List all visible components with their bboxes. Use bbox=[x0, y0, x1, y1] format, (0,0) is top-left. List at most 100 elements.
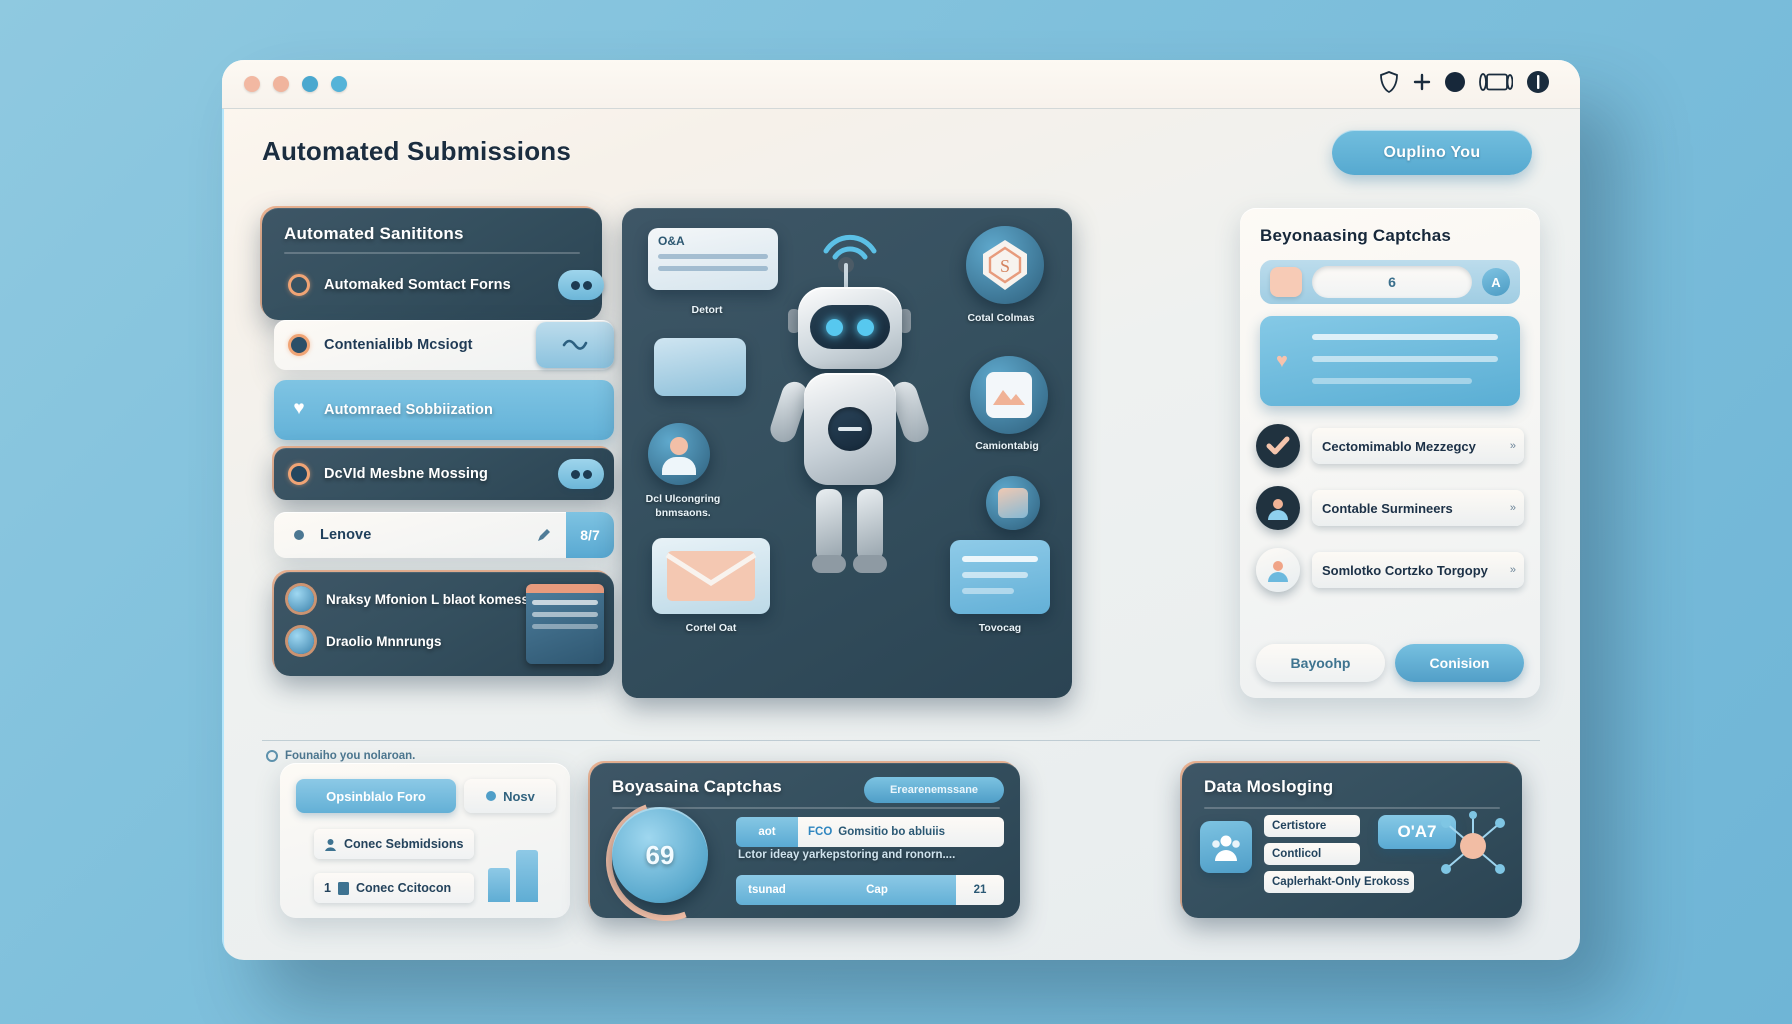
list-item[interactable]: Automaked Somtact Forns bbox=[274, 260, 614, 310]
user-icon bbox=[325, 838, 336, 851]
chevron-right-icon: » bbox=[1509, 564, 1516, 576]
antenna bbox=[844, 263, 848, 289]
list-item-label: DcVId Mesbne Mossing bbox=[324, 466, 488, 482]
dot-icon bbox=[294, 530, 304, 540]
left-panel-footnote: Founaiho you nolaroan. bbox=[266, 750, 415, 762]
pencil-icon[interactable] bbox=[536, 527, 552, 543]
list-item[interactable]: Certistore bbox=[1264, 815, 1360, 837]
shield-icon[interactable] bbox=[1378, 70, 1400, 94]
list-item-prefix: 1 bbox=[324, 881, 331, 895]
table-row[interactable]: aot FCO Gomsitio bo abluiis bbox=[736, 817, 1004, 847]
extra-button[interactable] bbox=[331, 76, 347, 92]
section-divider bbox=[262, 740, 1540, 741]
tab-secondary[interactable]: Nosv bbox=[464, 779, 556, 813]
data-messaging-card: Data Mosloging Certistore Contlicol Capl… bbox=[1182, 763, 1522, 918]
toggle-eyes-control[interactable] bbox=[558, 459, 604, 489]
robot-eye-right bbox=[857, 318, 874, 336]
bar-chart-bar bbox=[516, 850, 538, 902]
contrast-icon[interactable] bbox=[1526, 70, 1550, 94]
mail-chip bbox=[652, 538, 770, 614]
users-icon bbox=[1200, 821, 1252, 873]
list-item-chip[interactable]: Contable Surmineers » bbox=[1312, 490, 1524, 526]
list-item-label: Automaked Somtact Forns bbox=[324, 277, 511, 293]
minimize-button[interactable] bbox=[273, 76, 289, 92]
envelope-icon bbox=[665, 551, 757, 601]
eye-dot bbox=[570, 280, 580, 290]
zoom-button[interactable] bbox=[302, 76, 318, 92]
list-item-chip[interactable]: Somlotko Cortzko Torgopy » bbox=[1312, 552, 1524, 588]
value-chip: 8/7 bbox=[566, 512, 614, 558]
illustration-card: O&A Detort Dcl Ulcongring bnmsaons. Cort… bbox=[622, 208, 1072, 698]
row-label: Cap bbox=[866, 884, 888, 896]
radio-ring-icon[interactable] bbox=[288, 274, 310, 296]
list-item[interactable]: Cectomimablo Mezzegcy » bbox=[1256, 424, 1524, 468]
user-icon bbox=[1256, 486, 1300, 530]
robot-leg-left bbox=[816, 489, 842, 561]
right-panel-title: Beyonaasing Captchas bbox=[1260, 226, 1452, 245]
window-titlebar bbox=[222, 60, 1580, 109]
list-item[interactable]: Contenialibb Mcsiogt bbox=[274, 320, 614, 370]
thumb-node bbox=[986, 476, 1040, 530]
node-caption: Cortel Oat bbox=[685, 622, 737, 634]
check-icon bbox=[1256, 424, 1300, 468]
node-caption: Tovocag bbox=[978, 622, 1022, 634]
toggle-chip-control[interactable] bbox=[536, 322, 614, 368]
value-chip-text: 8/7 bbox=[580, 527, 600, 543]
list-item[interactable]: Contable Surmineers » bbox=[1256, 486, 1524, 530]
list-item-chip[interactable]: Cectomimablo Mezzegcy » bbox=[1312, 428, 1524, 464]
qa-chip: O&A bbox=[648, 228, 778, 290]
list-item[interactable]: Nraksy Mfonion L blaot komess bbox=[288, 586, 529, 612]
search-input-row[interactable]: Lenove 8/7 bbox=[274, 512, 614, 558]
bottom-mid-title: Boyasaina Captchas bbox=[612, 777, 782, 796]
upgrade-button[interactable]: Ouplino You bbox=[1332, 130, 1532, 175]
qa-chip-label: O&A bbox=[658, 234, 685, 248]
chevron-right-icon: » bbox=[1509, 440, 1516, 452]
list-item[interactable]: Conec Sebmidsions bbox=[314, 829, 474, 859]
eye-dot bbox=[570, 469, 580, 479]
list-item-label: Contlicol bbox=[1272, 848, 1322, 860]
tab-secondary-label: Nosv bbox=[503, 788, 535, 804]
globe-icon bbox=[288, 628, 314, 654]
bypassing-captchas-panel: Beyonaasing Captchas 6 A ♥ Cectomimablo … bbox=[1240, 208, 1540, 698]
list-item-label: Conec Sebmidsions bbox=[344, 837, 464, 851]
list-item-label: Contenialibb Mcsiogt bbox=[324, 337, 473, 353]
circle-icon[interactable] bbox=[1444, 71, 1466, 93]
node-network-icon bbox=[1441, 811, 1505, 874]
document-chip bbox=[654, 338, 746, 396]
image-node bbox=[970, 356, 1048, 434]
row-segment-a: tsunad bbox=[736, 875, 798, 905]
primary-button[interactable]: Conision bbox=[1395, 644, 1524, 682]
robot-mouth bbox=[828, 407, 872, 451]
list-item[interactable]: DcVId Mesbne Mossing bbox=[274, 448, 614, 500]
list-item[interactable]: 1 Conec Ccitocon bbox=[314, 873, 474, 903]
list-item[interactable]: Contlicol bbox=[1264, 843, 1360, 865]
optimizable-form-card: Opsinblalo Foro Nosv Conec Sebmidsions 1… bbox=[280, 763, 570, 918]
list-item[interactable]: ♥ Automraed Sobbiization bbox=[274, 380, 614, 440]
close-button[interactable] bbox=[244, 76, 260, 92]
bottom-mid-caption: Lctor ideay yarkepstoring and ronorn.... bbox=[738, 849, 956, 861]
svg-text:S: S bbox=[1000, 256, 1010, 276]
badge-node: S bbox=[966, 226, 1044, 304]
toggle-eyes-control[interactable] bbox=[558, 270, 604, 300]
list-item[interactable]: Draolio Mnnrungs bbox=[288, 628, 442, 654]
row-segment-b: FCO Gomsitio bo abluiis bbox=[798, 817, 1004, 847]
robot-visor bbox=[810, 305, 890, 349]
doc-icon bbox=[337, 881, 349, 895]
tab-primary[interactable]: Opsinblalo Foro bbox=[296, 779, 456, 813]
radio-ring-icon[interactable] bbox=[288, 334, 310, 356]
color-swatch[interactable] bbox=[1270, 267, 1302, 297]
left-panel-title: Automated Sanititons bbox=[284, 224, 464, 243]
avatar[interactable]: A bbox=[1482, 268, 1510, 296]
list-item-label: Caplerhakt-Only Erokoss bbox=[1272, 876, 1410, 888]
automated-submissions-panel: Automated Sanititons Automaked Somtact F… bbox=[262, 208, 642, 728]
list-item-label: Automraed Sobbiization bbox=[324, 402, 493, 418]
title-divider bbox=[1204, 807, 1500, 809]
search-input[interactable]: 6 bbox=[1312, 266, 1472, 298]
table-row[interactable]: tsunad Cap 21 bbox=[736, 875, 1004, 905]
list-item[interactable]: Caplerhakt-Only Erokoss bbox=[1264, 871, 1414, 893]
plus-icon[interactable] bbox=[1413, 73, 1431, 91]
radio-ring-icon[interactable] bbox=[288, 463, 310, 485]
list-item[interactable]: Somlotko Cortzko Torgopy » bbox=[1256, 548, 1524, 592]
secondary-button[interactable]: Bayoohp bbox=[1256, 644, 1385, 682]
battery-icon[interactable] bbox=[1479, 71, 1513, 93]
